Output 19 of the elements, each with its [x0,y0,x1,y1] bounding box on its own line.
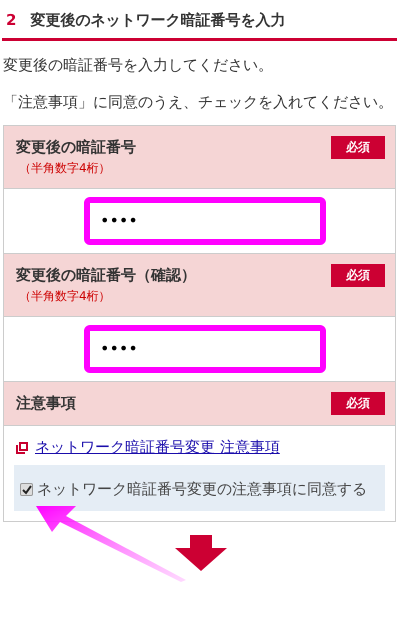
required-badge: 必須 [331,264,385,287]
notes-link[interactable]: ネットワーク暗証番号変更 注意事項 [35,438,280,457]
password-field[interactable]: •••• [84,325,326,373]
instruction-text: 「注意事項」に同意のうえ、チェックを入れてください。 [3,92,394,113]
agree-checkbox[interactable] [20,483,33,496]
field-label: 変更後の暗証番号（確認） [16,265,196,286]
password-field[interactable]: •••• [84,197,326,245]
required-badge: 必須 [331,392,385,415]
checkbox-label: ネットワーク暗証番号変更の注意事項に同意する [37,480,367,498]
external-link-icon [16,442,28,454]
field-note: （半角数字4桁） [19,288,112,305]
field-label: 変更後の暗証番号 [16,137,136,158]
required-badge: 必須 [331,136,385,159]
down-arrow-icon [174,535,226,571]
field-label: 注意事項 [16,393,76,414]
section-number: 2 [6,11,16,30]
section-title: 変更後のネットワーク暗証番号を入力 [30,11,286,30]
instruction-text: 変更後の暗証番号を入力してください。 [3,55,274,76]
field-note: （半角数字4桁） [19,160,112,177]
